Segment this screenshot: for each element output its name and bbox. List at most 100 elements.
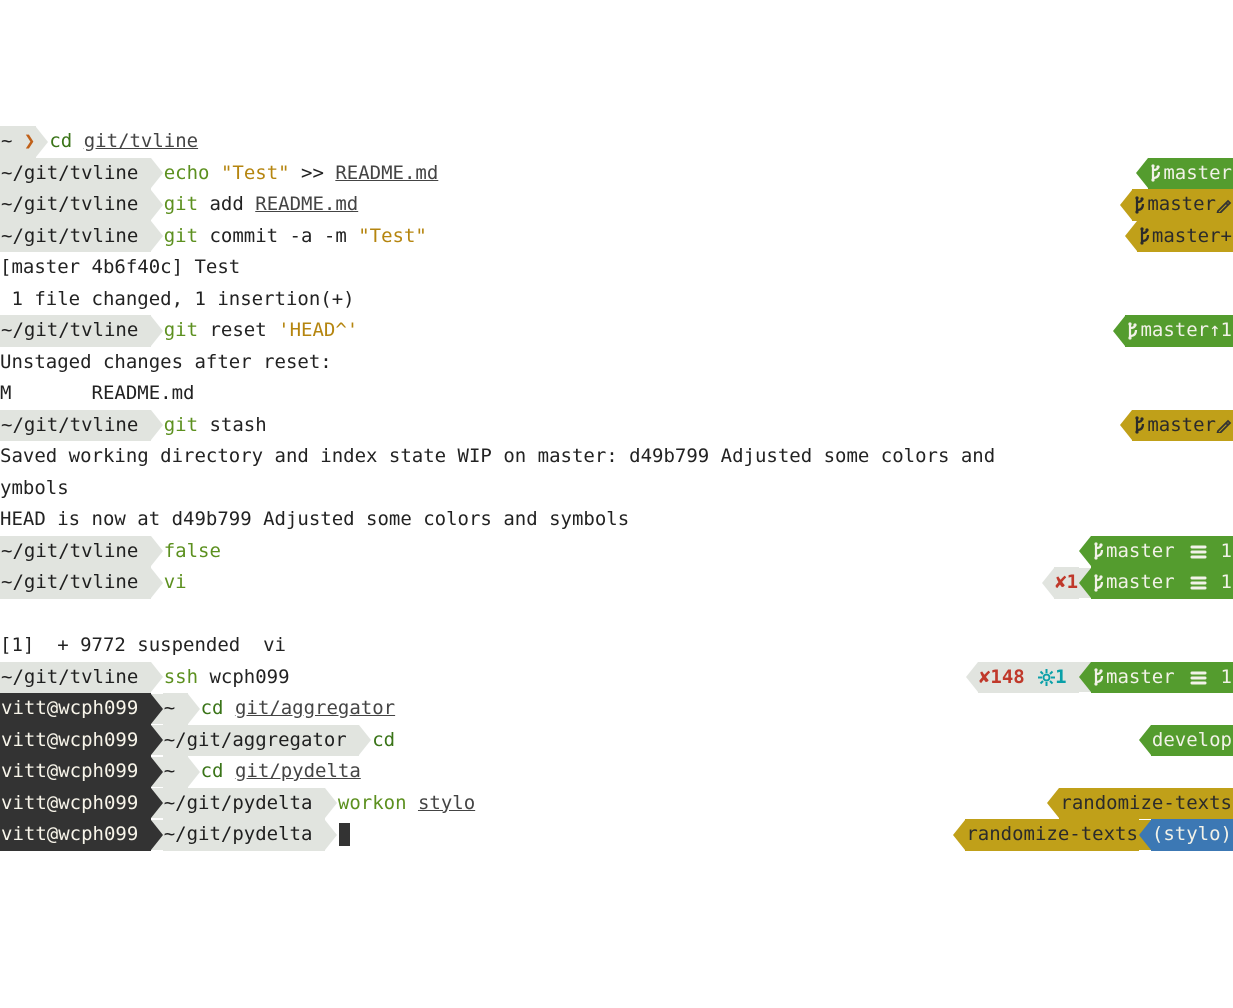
terminal-line: ~ ❯cd git/tvline	[0, 126, 1233, 158]
prompt-left: ~/git/tvline git stash	[0, 410, 268, 442]
prompt-left: ~/git/tvline git reset 'HEAD^'	[0, 315, 359, 347]
separator-out-icon	[151, 820, 163, 850]
command-text[interactable]: cd git/pydelta	[200, 756, 362, 788]
git-branch-icon	[1092, 668, 1106, 686]
separator-in-icon	[966, 662, 978, 692]
cwd-segment: ~	[163, 693, 188, 725]
prompt-left: ~/git/tvline git commit -a -m "Test"	[0, 221, 428, 253]
gear-icon	[1038, 669, 1055, 686]
separator-out-icon	[151, 568, 163, 598]
prompt-left: ~ ❯cd git/tvline	[0, 126, 199, 158]
prompt-left: ~/git/tvline git add README.md	[0, 189, 359, 221]
separator-in-icon	[953, 820, 965, 850]
git-branch-segment: master 1	[1091, 662, 1233, 694]
terminal-line	[0, 599, 1233, 631]
command-text[interactable]: git commit -a -m "Test"	[163, 221, 428, 253]
prompt-left: ~/git/tvline vi	[0, 567, 188, 599]
git-branch-icon	[1133, 196, 1147, 214]
command-text[interactable]: git reset 'HEAD^'	[163, 315, 359, 347]
separator-in-icon	[1113, 316, 1125, 346]
git-branch-icon	[1138, 227, 1152, 245]
git-branch-segment: master+	[1137, 221, 1233, 253]
identical-icon	[1190, 574, 1207, 591]
command-text[interactable]: echo "Test" >> README.md	[163, 158, 440, 190]
separator-in-icon	[1139, 820, 1151, 850]
terminal-line: 1 file changed, 1 insertion(+)	[0, 284, 1233, 316]
prompt-left: vitt@wcph099 ~/git/pydelta	[0, 819, 351, 851]
prompt-right: master	[1136, 158, 1233, 190]
git-branch-segment: master↑1	[1125, 315, 1233, 347]
prompt-left: vitt@wcph099 ~/git/aggregator cd	[0, 725, 396, 757]
separator-out-icon	[151, 221, 163, 251]
git-branch-icon	[1126, 322, 1140, 340]
prompt-right: master↑1	[1113, 315, 1233, 347]
terminal-line: HEAD is now at d49b799 Adjusted some col…	[0, 504, 1233, 536]
terminal-line: ~/git/tvline git reset 'HEAD^' master↑1	[0, 315, 1233, 347]
separator-out-icon	[151, 158, 163, 188]
output-text: Saved working directory and index state …	[0, 441, 1007, 473]
host-segment: vitt@wcph099	[0, 788, 151, 820]
output-text: M README.md	[0, 378, 194, 410]
host-segment: vitt@wcph099	[0, 756, 151, 788]
command-text[interactable]: cd	[371, 725, 396, 757]
identical-icon	[1190, 543, 1207, 560]
git-branch-segment: master 1	[1091, 536, 1233, 568]
separator-out-icon	[188, 694, 200, 724]
separator-out-icon	[151, 662, 163, 692]
prompt-left: vitt@wcph099 ~/git/pydelta workon stylo	[0, 788, 476, 820]
git-branch-segment: randomize-texts	[1059, 788, 1233, 820]
terminal-line: ~/git/tvline ssh wcph099 ✘148 1 master 1	[0, 662, 1233, 694]
separator-in-icon	[1079, 662, 1091, 692]
separator-in-icon	[1120, 190, 1132, 220]
terminal-line: ~/git/tvline git commit -a -m "Test" mas…	[0, 221, 1233, 253]
pencil-icon	[1216, 197, 1232, 213]
cwd-segment: ~/git/pydelta	[163, 819, 325, 851]
command-text[interactable]: git stash	[163, 410, 268, 442]
command-text[interactable]	[337, 819, 351, 851]
output-text: Unstaged changes after reset:	[0, 347, 332, 379]
identical-icon	[1190, 669, 1207, 686]
git-branch-segment: master	[1148, 158, 1233, 190]
terminal-line: ~/git/tvline vi ✘1 master 1	[0, 567, 1233, 599]
terminal-line: ~/git/tvline git stash master	[0, 410, 1233, 442]
terminal-line: ~/git/tvline git add README.md master	[0, 189, 1233, 221]
separator-out-icon	[188, 757, 200, 787]
separator-out-icon	[151, 694, 163, 724]
command-text[interactable]: git add README.md	[163, 189, 359, 221]
prompt-right: master 1	[1079, 536, 1233, 568]
cwd-segment: ~/git/aggregator	[163, 725, 359, 757]
cwd-segment: ~/git/tvline	[0, 315, 151, 347]
git-branch-segment: master	[1132, 410, 1233, 442]
output-text: HEAD is now at d49b799 Adjusted some col…	[0, 504, 629, 536]
separator-in-icon	[1136, 158, 1148, 188]
output-text: [master 4b6f40c] Test	[0, 252, 240, 284]
cwd-segment: ~/git/tvline	[0, 189, 151, 221]
cwd-segment: ~/git/tvline	[0, 662, 151, 694]
command-text[interactable]: cd git/aggregator	[200, 693, 397, 725]
separator-out-icon	[36, 127, 48, 157]
host-segment: vitt@wcph099	[0, 725, 151, 757]
command-text[interactable]: vi	[163, 567, 188, 599]
command-text[interactable]: workon stylo	[337, 788, 476, 820]
separator-out-icon	[325, 788, 337, 818]
separator-in-icon	[1042, 568, 1054, 598]
pencil-icon	[1216, 417, 1232, 433]
prompt-left: vitt@wcph099 ~ cd git/aggregator	[0, 693, 396, 725]
terminal-line: Unstaged changes after reset:	[0, 347, 1233, 379]
separator-in-icon	[1120, 410, 1132, 440]
command-text[interactable]: cd git/tvline	[48, 126, 199, 158]
command-text[interactable]: ssh wcph099	[163, 662, 291, 694]
prompt-right: randomize-texts(stylo)	[953, 819, 1233, 851]
host-segment: vitt@wcph099	[0, 693, 151, 725]
separator-out-icon	[151, 757, 163, 787]
separator-out-icon	[151, 316, 163, 346]
command-text[interactable]: false	[163, 536, 222, 568]
prompt-right: ✘1 master 1	[1042, 567, 1233, 599]
prompt-left: ~/git/tvline echo "Test" >> README.md	[0, 158, 439, 190]
git-branch-icon	[1092, 574, 1106, 592]
cwd-segment: ~	[163, 756, 188, 788]
separator-in-icon	[1047, 788, 1059, 818]
output-text: ymbols	[0, 473, 69, 505]
output-text: [1] + 9772 suspended vi	[0, 630, 286, 662]
prompt-right: ✘148 1 master 1	[966, 662, 1233, 694]
